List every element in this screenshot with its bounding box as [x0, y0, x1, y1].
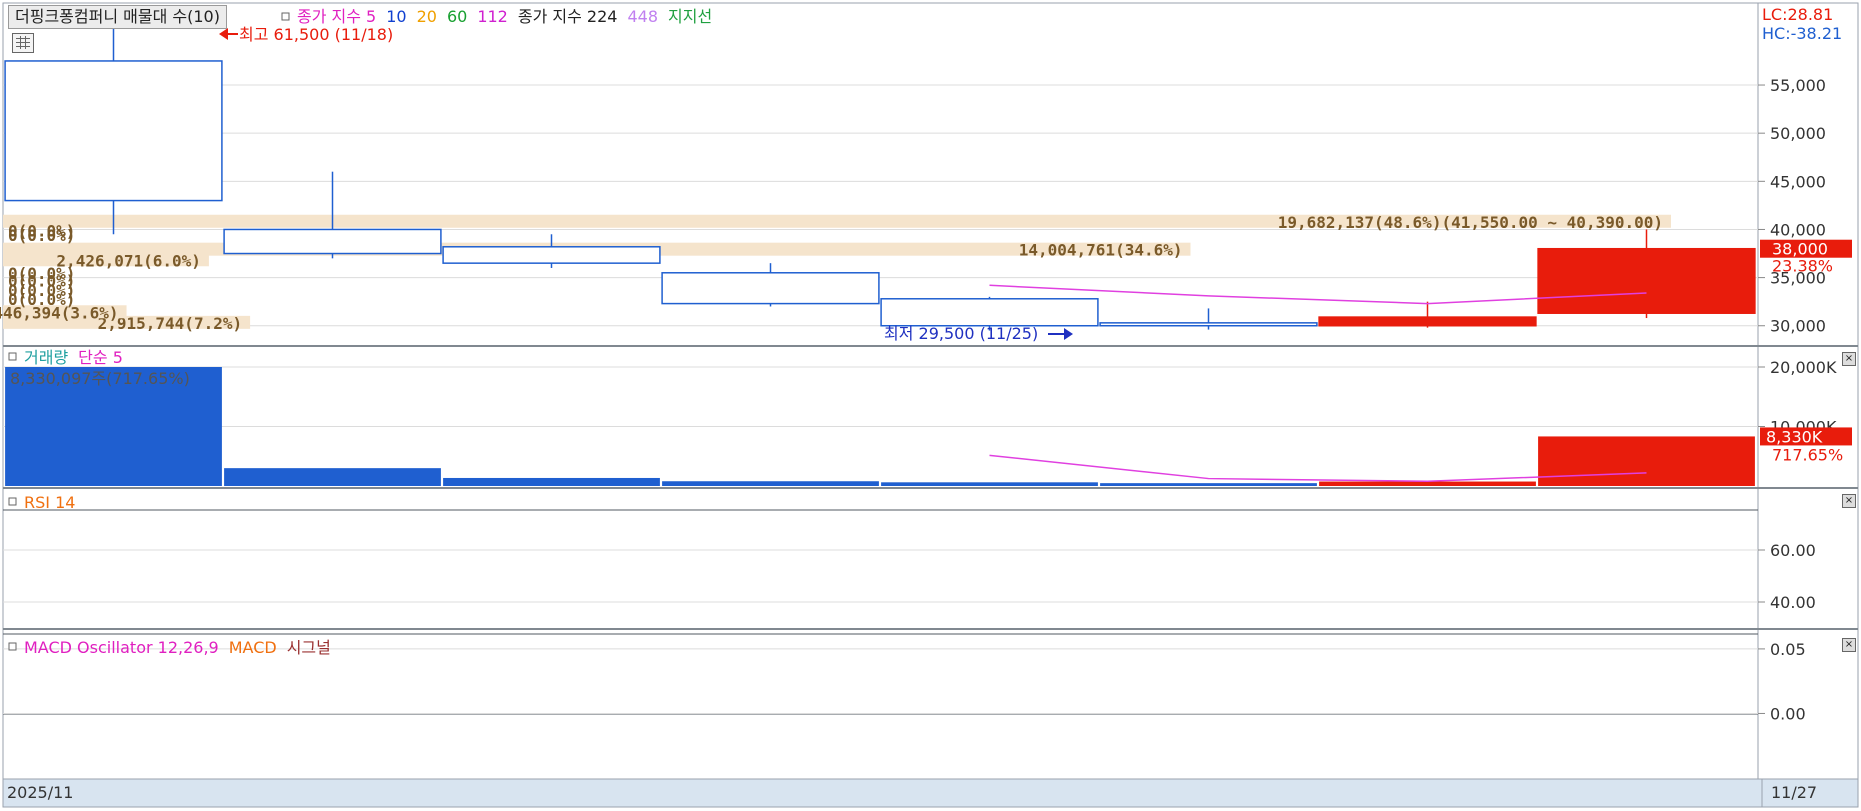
candle-body: [661, 272, 880, 305]
legend-item: 20: [417, 7, 437, 26]
price-legend-items: 종가 지수 5 10 20 60 112 종가 지수 224 448 지지선: [297, 7, 712, 26]
macd-panel-close-icon[interactable]: ×: [1842, 638, 1856, 652]
legend-item: 60: [447, 7, 467, 26]
y-tick-label: 20,000K: [1770, 358, 1837, 377]
y-tick-label: 0.00: [1770, 704, 1806, 723]
macd-legend-toggle-icon[interactable]: [8, 642, 17, 651]
candle-body: [1318, 316, 1537, 327]
legend-item: 종가 지수 5: [297, 7, 376, 26]
candle-body: [1537, 247, 1756, 314]
volume-profile-label: 19,682,137(48.6%)(41,550.00 ~ 40,390.00): [1278, 213, 1663, 232]
volume-panel-close-icon[interactable]: ×: [1842, 352, 1856, 366]
hc-label: HC:-38.21: [1762, 24, 1842, 43]
volume-bar: [224, 468, 441, 486]
x-axis-label-end: 11/27: [1771, 783, 1817, 802]
volume-bar: [881, 482, 1098, 486]
legend-item: MACD: [229, 638, 277, 657]
legend-item: 448: [627, 7, 658, 26]
candle-body: [4, 60, 223, 202]
rsi-legend: RSI 14: [24, 493, 75, 512]
chart-title-button[interactable]: 더핑크퐁컴퍼니 매물대 수(10): [8, 5, 227, 29]
legend-item: 10: [386, 7, 406, 26]
legend-item: 종가 지수 224: [518, 7, 618, 26]
last-volume-label: 8,330K: [1766, 427, 1823, 446]
rsi-panel-close-icon[interactable]: ×: [1842, 494, 1856, 508]
legend-item: 단순 5: [78, 348, 123, 367]
candle-body: [442, 246, 661, 264]
volume-bar: [1319, 481, 1536, 486]
legend-toggle-icon[interactable]: [281, 12, 290, 21]
volume-profile-label: 2,426,071(6.0%): [56, 251, 201, 270]
low-label: 최저 29,500 (11/25): [884, 324, 1038, 343]
y-tick-label: 55,000: [1770, 76, 1826, 95]
volume-value-label: 8,330,097주(717.65%): [10, 369, 190, 388]
volume-bar: [1538, 436, 1755, 486]
table-icon[interactable]: [12, 33, 34, 53]
legend-item: 거래량: [24, 348, 68, 367]
chart-canvas: 19,682,137(48.6%)(41,550.00 ~ 40,390.00)…: [0, 2, 1859, 808]
lc-label: LC:28.81: [1762, 5, 1833, 24]
last-volume-change-label: 717.65%: [1772, 445, 1843, 464]
y-tick-label: 30,000: [1770, 317, 1826, 336]
rsi-legend-toggle-icon[interactable]: [8, 497, 17, 506]
legend-item: MACD Oscillator 12,26,9: [24, 638, 219, 657]
candle-body: [223, 228, 442, 255]
chart-frame: [2, 2, 1859, 808]
volume-legend-toggle-icon[interactable]: [8, 352, 17, 361]
y-tick-label: 40.00: [1770, 593, 1816, 612]
x-axis-label-start: 2025/11: [7, 783, 73, 802]
y-tick-label: 50,000: [1770, 124, 1826, 143]
y-tick-label: 0.05: [1770, 640, 1806, 659]
high-annotation: 최고 61,500 (11/18): [219, 25, 393, 44]
high-label: 최고 61,500 (11/18): [239, 25, 393, 44]
volume-bar: [662, 481, 879, 486]
volume-bar: [1100, 483, 1317, 486]
volume-profile-label: 14,004,761(34.6%): [1019, 241, 1183, 260]
y-tick-label: 60.00: [1770, 541, 1816, 560]
y-tick-label: 45,000: [1770, 172, 1826, 191]
last-change-label: 23.38%: [1772, 257, 1833, 276]
volume-profile-label: 0(0.0%): [8, 290, 75, 309]
volume-bar: [443, 477, 660, 486]
candle-body: [880, 298, 1099, 327]
candle-body: [1099, 322, 1318, 327]
y-tick-label: 40,000: [1770, 220, 1826, 239]
legend-item: 지지선: [668, 7, 712, 26]
price-legend: 종가 지수 5 10 20 60 112 종가 지수 224 448 지지선: [281, 7, 712, 26]
legend-item: 시그널: [287, 638, 331, 657]
legend-item: 112: [477, 7, 508, 26]
volume-profile-label: 0(0.0%): [8, 226, 75, 245]
x-axis-bar: [2, 778, 1859, 808]
